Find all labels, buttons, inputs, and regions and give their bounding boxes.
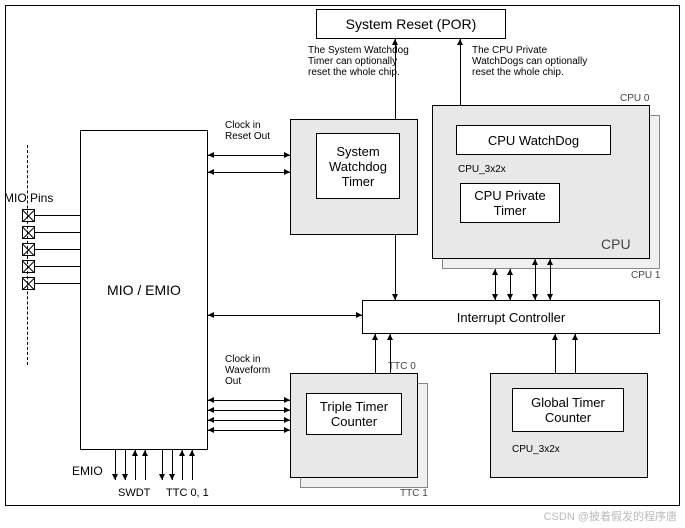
gtc-block: Global Timer Counter	[512, 388, 624, 432]
mio-emio-label: MIO / EMIO	[107, 282, 181, 298]
clock-wave-label: Clock in Waveform Out	[225, 354, 270, 387]
interrupt-controller-block: Interrupt Controller	[362, 300, 660, 334]
system-reset-label: System Reset (POR)	[346, 16, 477, 32]
cpu-label: CPU	[601, 236, 631, 252]
note-swt: The System Watchdog Timer can optionally…	[308, 45, 409, 78]
ttc-label: Triple Timer Counter	[320, 399, 388, 429]
watermark: CSDN @披着假发的程序唐	[544, 508, 677, 524]
clock-reset-label: Clock in Reset Out	[225, 120, 270, 142]
cpu0-tag: CPU 0	[620, 93, 649, 104]
cpu1-tag: CPU 1	[631, 270, 660, 281]
mio-pin-boxes	[22, 209, 35, 294]
ttc-block: Triple Timer Counter	[306, 393, 402, 435]
mio-emio-block: MIO / EMIO	[80, 130, 208, 450]
interrupt-controller-label: Interrupt Controller	[457, 310, 565, 325]
gtc-label: Global Timer Counter	[531, 395, 605, 425]
ttc1-tag: TTC 1	[400, 488, 428, 499]
system-reset-block: System Reset (POR)	[316, 9, 506, 39]
ttc01-label: TTC 0, 1	[166, 487, 209, 499]
swt-label: System Watchdog Timer	[329, 144, 387, 189]
ttc0-tag: TTC 0	[388, 361, 416, 372]
mio-pins-label: MIO Pins	[4, 192, 53, 205]
note-cpu: The CPU Private WatchDogs can optionally…	[472, 45, 587, 78]
swdt-label: SWDT	[118, 487, 150, 499]
cpu3x2x-b: CPU_3x2x	[512, 444, 560, 455]
cpu-private-timer-label: CPU Private Timer	[474, 188, 546, 218]
cpu-watchdog-label: CPU WatchDog	[488, 133, 579, 148]
emio-label: EMIO	[72, 465, 103, 478]
cpu-watchdog-block: CPU WatchDog	[456, 125, 611, 155]
swt-block: System Watchdog Timer	[316, 133, 400, 199]
cpu3x2x-a: CPU_3x2x	[458, 164, 506, 175]
cpu-private-timer-block: CPU Private Timer	[460, 183, 560, 223]
